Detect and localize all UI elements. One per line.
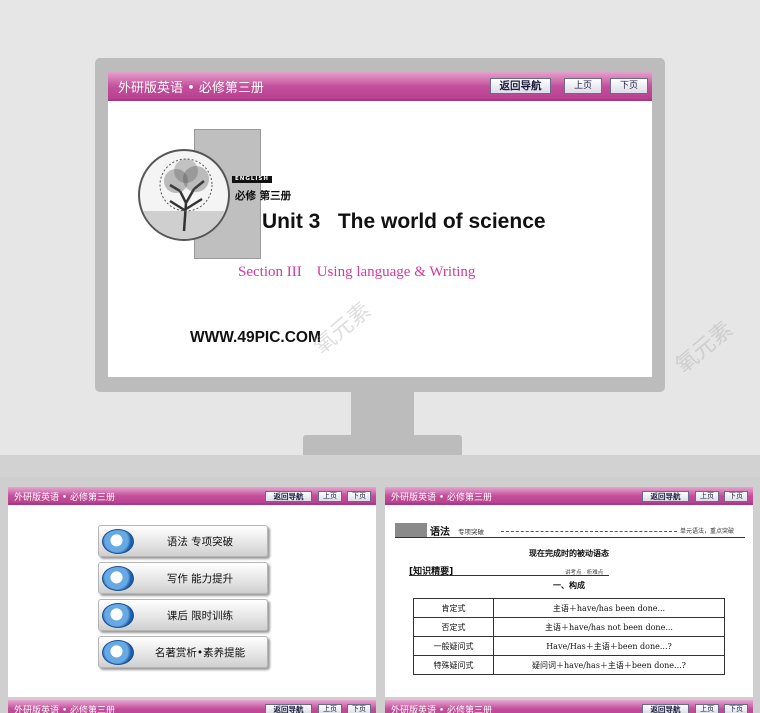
grammar-heading-title: 语法 — [430, 527, 450, 538]
divider — [409, 575, 609, 576]
site-url: WWW.49PIC.COM — [190, 329, 321, 346]
return-nav-button[interactable]: 返回导航 — [490, 78, 551, 94]
menu-item-classics[interactable]: 名著赏析•素养提能 — [98, 636, 268, 668]
next-page-button[interactable]: 下页 — [347, 491, 371, 502]
slide-thumbnail-partial[interactable]: 外研版英语 • 必修第三册 返回导航 上页 下页 — [385, 700, 753, 713]
book-title: 外研版英语 • 必修第三册 — [118, 81, 264, 96]
slide-thumbnail-menu[interactable]: 外研版英语 • 必修第三册 返回导航 上页 下页 语法 专项突破 写作 能力提升… — [8, 487, 376, 697]
prev-page-button[interactable]: 上页 — [318, 704, 342, 713]
orb-icon — [102, 566, 134, 591]
next-page-button[interactable]: 下页 — [347, 704, 371, 713]
grammar-heading-sub: 专项突破 — [458, 528, 484, 536]
table-cell-value: 主语＋have/has not been done... — [493, 617, 725, 637]
prev-page-button[interactable]: 上页 — [564, 78, 602, 94]
section-menu: 语法 专项突破 写作 能力提升 课后 限时训练 名著赏析•素养提能 — [98, 525, 268, 673]
table-row: 特殊疑问式 疑问词＋have/has＋主语＋been done...? — [413, 655, 725, 675]
menu-item-writing[interactable]: 写作 能力提升 — [98, 562, 268, 594]
grammar-table: 肯定式 主语＋have/has been done... 否定式 主语＋have… — [413, 598, 725, 675]
table-cell-key: 否定式 — [413, 617, 494, 637]
prev-page-button[interactable]: 上页 — [695, 491, 719, 502]
next-page-button[interactable]: 下页 — [610, 78, 648, 94]
slide-thumbnail-partial[interactable]: 外研版英语 • 必修第三册 返回导航 上页 下页 — [8, 700, 376, 713]
section-label: 一、构成 — [553, 580, 585, 590]
menu-item-label: 语法 专项突破 — [166, 536, 234, 548]
monitor-base — [303, 435, 462, 455]
prev-page-button[interactable]: 上页 — [318, 491, 342, 502]
table-cell-value: Have/Has＋主语＋been done...? — [493, 636, 725, 656]
slide-header-bar: 外研版英语 • 必修第三册 返回导航 上页 下页 — [385, 700, 753, 713]
series-label: 必修 第三册 — [235, 190, 292, 202]
table-row: 肯定式 主语＋have/has been done... — [413, 598, 725, 618]
slide-header-bar: 外研版英语 • 必修第三册 返回导航 上页 下页 — [8, 487, 376, 505]
slide-thumbnail-grammar[interactable]: 外研版英语 • 必修第三册 返回导航 上页 下页 语法 专项突破 单元语法，重点… — [385, 487, 753, 697]
return-nav-button[interactable]: 返回导航 — [265, 491, 312, 502]
orb-icon — [102, 529, 134, 554]
next-page-button[interactable]: 下页 — [724, 704, 748, 713]
section-title: Section III Using language & Writing — [238, 264, 476, 280]
book-title: 外研版英语 • 必修第三册 — [391, 706, 493, 713]
table-cell-value: 主语＋have/has been done... — [493, 598, 725, 618]
unit-title: Unit 3 The world of science — [262, 210, 546, 233]
menu-item-grammar[interactable]: 语法 专项突破 — [98, 525, 268, 557]
return-nav-button[interactable]: 返回导航 — [265, 704, 312, 713]
grammar-topic: 现在完成时的被动语态 — [529, 548, 609, 558]
orb-icon — [102, 640, 134, 665]
english-tag: ENGLISH — [232, 176, 272, 183]
heading-tag — [395, 523, 427, 537]
menu-item-label: 写作 能力提升 — [166, 573, 234, 585]
book-title: 外研版英语 • 必修第三册 — [14, 493, 116, 503]
orb-icon — [102, 603, 134, 628]
menu-item-label: 课后 限时训练 — [166, 610, 234, 622]
table-row: 一般疑问式 Have/Has＋主语＋been done...? — [413, 636, 725, 656]
monitor-neck — [351, 392, 414, 437]
slide-header-bar: 外研版英语 • 必修第三册 返回导航 上页 下页 — [8, 700, 376, 713]
menu-item-label: 名著赏析•素养提能 — [154, 647, 246, 659]
dashed-divider — [501, 531, 677, 532]
return-nav-button[interactable]: 返回导航 — [642, 491, 689, 502]
prev-page-button[interactable]: 上页 — [695, 704, 719, 713]
grammar-heading: 语法 专项突破 单元语法，重点突破 — [395, 523, 745, 538]
divider — [395, 537, 745, 538]
watermark: 氧元素 — [309, 298, 376, 360]
return-nav-button[interactable]: 返回导航 — [642, 704, 689, 713]
slide-header-bar: 外研版英语 • 必修第三册 返回导航 上页 下页 — [385, 487, 753, 505]
next-page-button[interactable]: 下页 — [724, 491, 748, 502]
book-title: 外研版英语 • 必修第三册 — [391, 493, 493, 503]
table-cell-value: 疑问词＋have/has＋主语＋been done...? — [493, 655, 725, 675]
grammar-heading-right: 单元语法，重点突破 — [680, 528, 735, 535]
cover-slide[interactable]: 外研版英语 • 必修第三册 返回导航 上页 下页 ENGLISH 必修 第三册 … — [108, 71, 652, 377]
shelf — [0, 455, 760, 477]
tree-illustration — [138, 149, 230, 241]
table-row: 否定式 主语＋have/has not been done... — [413, 617, 725, 637]
slide-header-bar: 外研版英语 • 必修第三册 返回导航 上页 下页 — [108, 71, 652, 101]
book-title: 外研版英语 • 必修第三册 — [14, 706, 116, 713]
table-cell-key: 肯定式 — [413, 598, 494, 618]
menu-item-practice[interactable]: 课后 限时训练 — [98, 599, 268, 631]
table-cell-key: 一般疑问式 — [413, 636, 494, 656]
table-cell-key: 特殊疑问式 — [413, 655, 494, 675]
watermark: 氧元素 — [671, 317, 738, 379]
monitor-frame: 外研版英语 • 必修第三册 返回导航 上页 下页 ENGLISH 必修 第三册 … — [95, 58, 665, 392]
